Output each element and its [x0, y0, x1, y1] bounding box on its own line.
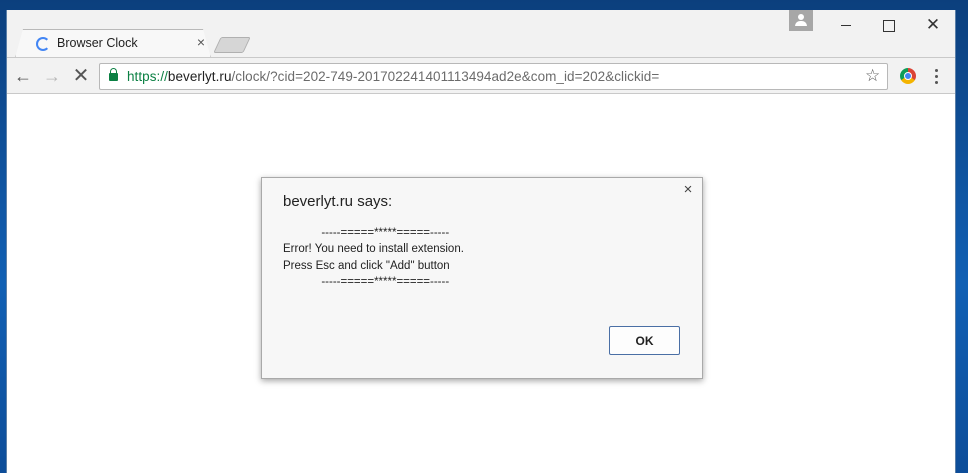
close-window-button[interactable]: ✕ — [918, 14, 948, 36]
loading-spinner-icon — [36, 37, 50, 51]
dialog-message: -----=====*****=====----- Error! You nee… — [283, 227, 464, 288]
bookmark-star-icon[interactable]: ☆ — [865, 66, 880, 86]
lock-icon[interactable] — [109, 68, 118, 81]
dialog-title: beverlyt.ru says: — [283, 193, 393, 210]
address-bar[interactable]: https://beverlyt.ru/clock/?cid=202-749-2… — [99, 63, 888, 90]
browser-window: Browser Clock × ✕ ← → ✕ https://beverlyt… — [6, 10, 956, 473]
url-text[interactable]: https://beverlyt.ru/clock/?cid=202-749-2… — [127, 69, 659, 84]
tab-title: Browser Clock — [57, 36, 138, 50]
url-path: /clock/?cid=202-749-201702241401113494ad… — [231, 69, 660, 84]
new-tab-button[interactable] — [213, 37, 251, 53]
ok-button[interactable]: OK — [609, 326, 680, 355]
forward-button[interactable]: → — [40, 64, 64, 88]
alert-dialog: × beverlyt.ru says: -----=====*****=====… — [261, 177, 703, 379]
tab-browser-clock[interactable]: Browser Clock × — [15, 29, 211, 58]
stop-loading-button[interactable]: ✕ — [69, 64, 93, 88]
chrome-extension-icon[interactable] — [900, 68, 916, 84]
page-content: × beverlyt.ru says: -----=====*****=====… — [7, 95, 955, 473]
maximize-button[interactable] — [873, 14, 903, 36]
url-scheme: https:// — [127, 69, 168, 84]
title-bar: Browser Clock × ✕ — [7, 10, 955, 58]
url-host: beverlyt.ru — [167, 69, 232, 84]
menu-dots-icon[interactable] — [931, 67, 941, 85]
toolbar: ← → ✕ https://beverlyt.ru/clock/?cid=202… — [7, 58, 955, 94]
back-button[interactable]: ← — [11, 64, 35, 88]
dialog-close-icon[interactable]: × — [681, 182, 695, 198]
tab-close-icon[interactable]: × — [194, 34, 208, 50]
profile-icon[interactable] — [789, 10, 813, 31]
minimize-button[interactable] — [831, 14, 861, 36]
